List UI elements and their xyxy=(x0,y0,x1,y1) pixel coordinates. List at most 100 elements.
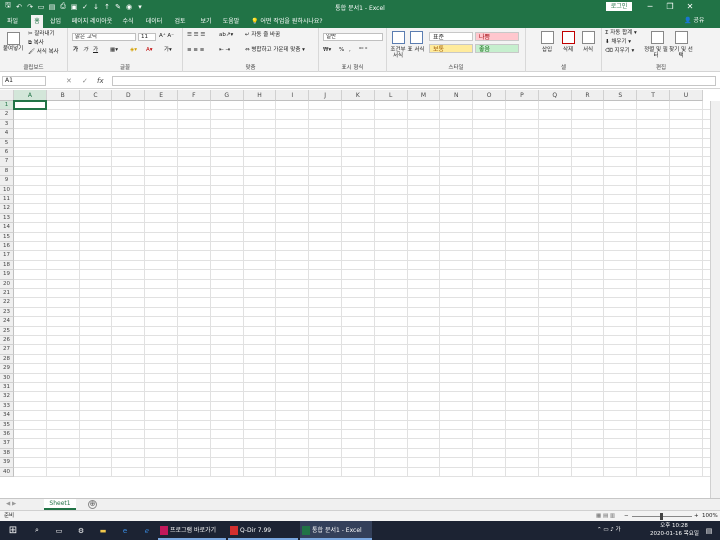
number-format-select[interactable]: 일반 xyxy=(323,33,383,41)
zoom-in-button[interactable]: + xyxy=(694,513,699,520)
insert-cells-icon[interactable] xyxy=(541,31,554,44)
windows-start-icon[interactable]: ⊞ xyxy=(0,521,26,540)
row-header[interactable]: 24 xyxy=(0,317,14,327)
add-sheet-icon[interactable]: ⊕ xyxy=(88,500,97,509)
row-header[interactable]: 18 xyxy=(0,260,14,271)
row-header[interactable]: 29 xyxy=(0,364,14,374)
row-header[interactable]: 33 xyxy=(0,401,14,412)
zoom-slider[interactable] xyxy=(632,513,692,520)
row-header[interactable]: 17 xyxy=(0,251,14,261)
share-button[interactable]: 👤 공유 xyxy=(684,15,704,26)
bold-button[interactable]: 가 xyxy=(73,47,78,54)
task-view-icon[interactable]: ▭ xyxy=(48,521,70,540)
tab-5[interactable]: 데이터 xyxy=(143,15,165,28)
edge-browser-icon[interactable]: e xyxy=(114,521,136,540)
folder-icon[interactable]: ▬ xyxy=(92,521,114,540)
cell-style-0[interactable]: 표준 xyxy=(429,32,473,41)
column-header[interactable]: B xyxy=(46,90,80,101)
formula-input[interactable] xyxy=(112,76,716,86)
decimal-icon[interactable]: ⁰⁰ ⁰ xyxy=(359,47,367,54)
row-header[interactable]: 6 xyxy=(0,148,14,158)
font-size-select[interactable]: 11 xyxy=(138,33,156,41)
paste-icon[interactable] xyxy=(7,32,20,45)
sort-filter-button[interactable]: 정렬 및 필터 xyxy=(644,47,668,59)
delete-cells-button[interactable]: 삭제 xyxy=(563,47,573,54)
conditional-format-button[interactable]: 조건부 서식 xyxy=(389,47,407,59)
column-header[interactable]: J xyxy=(309,90,342,101)
column-header[interactable]: O xyxy=(473,90,506,101)
taskbar-app[interactable]: 통합 문서1 - Excel xyxy=(300,521,372,540)
cell-style-1[interactable]: 나쁨 xyxy=(475,32,519,41)
tell-me-search[interactable]: 💡 어떤 작업을 원하시나요? xyxy=(251,15,351,28)
tab-7[interactable]: 보기 xyxy=(198,15,214,28)
tray-icons[interactable]: ⌃ ▭ ♪ 가 xyxy=(597,527,621,534)
column-header[interactable]: H xyxy=(243,90,277,101)
zoom-level[interactable]: 100% xyxy=(702,513,718,520)
taskbar-app[interactable]: Q-Dir 7.99 xyxy=(228,521,298,540)
row-header[interactable]: 1 xyxy=(0,101,14,111)
align-left-icon[interactable]: ≡ ≡ ≡ xyxy=(187,47,204,54)
clock-date[interactable]: 2020-01-16 목요일 xyxy=(650,531,699,538)
row-header[interactable]: 38 xyxy=(0,448,14,459)
find-select-icon[interactable] xyxy=(675,31,688,44)
cut-button[interactable]: ✂ 잘라내기 xyxy=(28,31,55,38)
restore-icon[interactable]: ❐ xyxy=(660,0,680,13)
indent-icon[interactable]: ⇤ ⇥ xyxy=(219,47,230,54)
column-header[interactable]: D xyxy=(112,90,146,101)
zoom-out-button[interactable]: − xyxy=(624,513,629,520)
row-header[interactable]: 35 xyxy=(0,420,14,430)
paste-button[interactable]: 붙여넣기 xyxy=(3,46,23,53)
copy-button[interactable]: ⧉ 복사 xyxy=(28,40,44,47)
settings-gear-icon[interactable]: ⚙ xyxy=(70,521,92,540)
clock-time[interactable]: 오후 10:28 xyxy=(650,523,698,530)
view-icons[interactable]: ▦ ▤ ▥ xyxy=(596,513,615,520)
align-top-icon[interactable]: ☰ ☰ ☰ xyxy=(187,32,205,39)
row-header[interactable]: 21 xyxy=(0,289,14,299)
notification-icon[interactable]: ▤ xyxy=(702,521,716,540)
tab-8[interactable]: 도움말 xyxy=(221,15,241,28)
format-as-table-button[interactable]: 표 서식 xyxy=(407,47,425,53)
row-header[interactable]: 25 xyxy=(0,326,14,336)
row-header[interactable]: 9 xyxy=(0,176,14,186)
currency-icon[interactable]: ₩▾ xyxy=(323,47,331,54)
row-header[interactable]: 31 xyxy=(0,383,14,393)
row-header[interactable]: 39 xyxy=(0,458,14,468)
row-header[interactable]: 4 xyxy=(0,129,14,139)
signin-button[interactable]: 로그인 xyxy=(606,2,632,11)
row-header[interactable]: 5 xyxy=(0,138,14,148)
taskbar-app[interactable]: 프로그램 바로가기 xyxy=(158,521,226,540)
tab-2[interactable]: 삽입 xyxy=(47,15,64,28)
insert-function-icon[interactable]: fx xyxy=(97,76,104,86)
row-header[interactable]: 13 xyxy=(0,213,14,224)
column-header[interactable]: T xyxy=(637,90,670,101)
tab-0[interactable]: 파일 xyxy=(4,15,21,28)
format-painter-button[interactable]: 🖌 서식 복사 xyxy=(28,49,59,56)
row-header[interactable]: 34 xyxy=(0,411,14,421)
format-as-table-icon[interactable] xyxy=(410,31,423,44)
row-header[interactable]: 15 xyxy=(0,232,14,242)
row-header[interactable]: 16 xyxy=(0,242,14,252)
vertical-scrollbar[interactable] xyxy=(710,101,720,498)
merge-center-button[interactable]: ⇔ 병합하고 가운데 맞춤 ▾ xyxy=(245,47,305,54)
row-header[interactable]: 8 xyxy=(0,166,14,177)
column-header[interactable]: N xyxy=(440,90,474,101)
row-header[interactable]: 2 xyxy=(0,110,14,120)
insert-cells-button[interactable]: 삽입 xyxy=(542,47,552,54)
tab-3[interactable]: 페이지 레이아웃 xyxy=(70,15,114,28)
row-header[interactable]: 32 xyxy=(0,392,14,402)
fill-button[interactable]: ⬇ 채우기 ▾ xyxy=(605,39,631,46)
row-header[interactable]: 37 xyxy=(0,439,14,449)
search-icon[interactable]: ⌕ xyxy=(26,521,48,540)
row-header[interactable]: 23 xyxy=(0,307,14,318)
row-header[interactable]: 36 xyxy=(0,430,14,440)
percent-button[interactable]: % xyxy=(339,47,344,54)
orientation-icon[interactable]: ab↗▾ xyxy=(219,32,233,39)
minimize-icon[interactable]: ─ xyxy=(640,0,660,13)
grow-font-icon[interactable]: A⁺ A⁻ xyxy=(159,33,174,40)
name-box[interactable]: A1 xyxy=(2,76,46,86)
column-header[interactable]: F xyxy=(178,90,211,101)
worksheet-grid[interactable]: A B C D E F G H I J K L M N O P Q R S T U 1 2 3 4 5 6 7 8 9 10 11 12 13 14… xyxy=(0,90,720,498)
find-select-button[interactable]: 찾기 및 선택 xyxy=(669,47,693,59)
format-cells-icon[interactable] xyxy=(582,31,595,44)
sheet-tab[interactable]: Sheet1 xyxy=(44,499,76,510)
